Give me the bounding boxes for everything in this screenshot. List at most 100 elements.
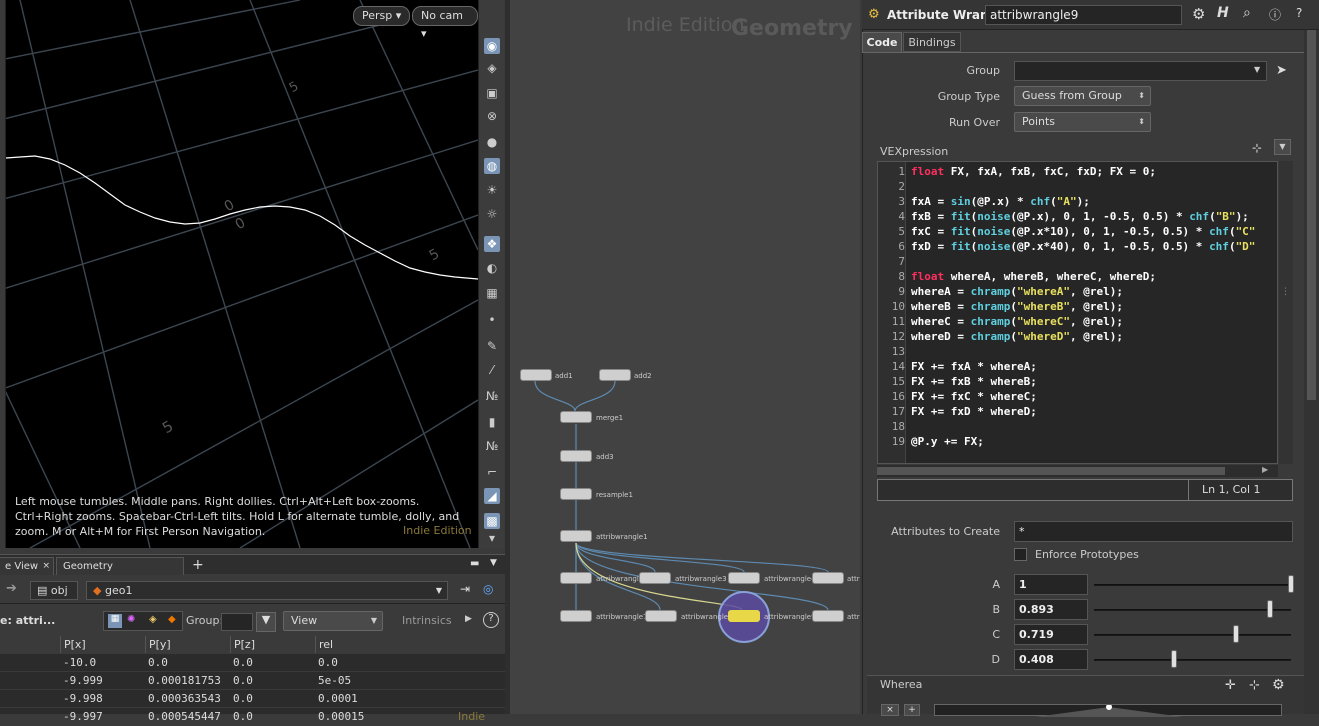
pin-icon[interactable]: ⇥ (460, 582, 470, 596)
scene-viewport[interactable]: 5 0 0 5 5 Persp ▾ No cam ▾ Left mouse tu… (0, 0, 478, 548)
node-attribwrangle4[interactable] (728, 572, 760, 584)
node-name-field[interactable]: attribwrangle9 (985, 5, 1182, 25)
add-tab-icon[interactable]: + (192, 557, 204, 573)
node-attribwrangle10[interactable] (812, 610, 844, 622)
camera-icon[interactable]: ▦ (484, 285, 500, 301)
vex-code-editor[interactable]: 1 float FX, fxA, fxB, fxC, fxD; FX = 0; 2 3… (877, 161, 1278, 464)
paint-icon[interactable]: ▮ (484, 414, 500, 430)
slider-value-c[interactable]: 0.719 (1014, 624, 1088, 645)
ramp-fit-icon[interactable]: ⊹ (1249, 678, 1260, 693)
snapshot-icon[interactable]: ◈ (484, 60, 500, 76)
headlight-icon[interactable]: ☼ (484, 206, 500, 222)
code-hscrollbar[interactable]: ▶ (877, 465, 1278, 477)
chevron-down-icon[interactable]: ▼ (1274, 139, 1291, 155)
light-icon[interactable]: ◍ (484, 158, 500, 174)
ramp-editor[interactable] (934, 704, 1282, 717)
houdini-icon[interactable]: H (1217, 5, 1229, 21)
intrinsics-label[interactable]: Intrinsics (402, 614, 452, 627)
number-icon[interactable]: № (484, 388, 500, 404)
slider-value-d[interactable]: 0.408 (1014, 649, 1088, 670)
slider-knob-b[interactable] (1266, 600, 1273, 618)
lock-icon[interactable]: ▣ (484, 85, 500, 101)
select-icon[interactable]: ◢ (484, 488, 500, 504)
point-icon[interactable]: • (484, 312, 500, 328)
node-attribwrangle1[interactable] (560, 530, 592, 542)
slider-track-b[interactable] (1094, 609, 1291, 611)
node-attribwrangle2[interactable] (560, 572, 592, 584)
parameter-scroll-thumb[interactable] (1307, 30, 1316, 400)
chevron-down-icon[interactable]: ▼ (490, 558, 497, 568)
node-attribwrangle9[interactable] (728, 610, 760, 622)
detail-icon[interactable]: ◆ (168, 614, 176, 625)
wrench-icon[interactable]: ✎ (484, 338, 500, 354)
add-spare-icon[interactable]: ⊹ (1252, 141, 1262, 155)
slider-knob-c[interactable] (1232, 625, 1239, 643)
node-attribwrangle8[interactable] (645, 610, 677, 622)
ramp-delete-icon[interactable]: × (881, 704, 899, 716)
path-node[interactable]: ◆ geo1 ▼ (86, 581, 448, 600)
attributes-to-create-field[interactable]: * (1014, 521, 1293, 542)
primitives-icon[interactable]: ◈ (149, 614, 157, 625)
help-icon[interactable]: ? (483, 612, 499, 628)
persp-menu[interactable]: Persp ▾ (353, 6, 411, 26)
column-header[interactable]: P[x] (60, 636, 148, 653)
help-icon[interactable]: ? (1296, 6, 1302, 20)
group-input[interactable] (221, 613, 253, 631)
close-icon[interactable]: × (42, 558, 50, 575)
gear-icon[interactable]: ⚙ (1272, 677, 1285, 693)
play-icon[interactable]: ▶ (465, 614, 472, 624)
view-icon[interactable]: ◉ (484, 38, 500, 54)
vertices-icon[interactable]: ✺ (127, 614, 135, 625)
node-add1[interactable] (520, 369, 552, 381)
link-icon[interactable]: ◎ (483, 582, 493, 596)
slider-track-d[interactable] (1094, 659, 1291, 661)
bulb-icon[interactable]: ☀ (484, 182, 500, 198)
forward-arrow-icon[interactable]: ➔ (6, 581, 17, 596)
node-attribwrangle5[interactable] (812, 572, 844, 584)
path-root[interactable]: ▤ obj (30, 581, 78, 600)
chevron-down-icon[interactable]: ▾ (484, 530, 500, 546)
slider-knob-d[interactable] (1171, 650, 1178, 668)
column-header[interactable]: rel (315, 636, 400, 653)
number-icon[interactable]: № (484, 438, 500, 454)
hscroll-thumb[interactable] (877, 467, 1225, 475)
slider-track-c[interactable] (1094, 634, 1291, 636)
node-add3[interactable] (560, 450, 592, 462)
tab-bindings[interactable]: Bindings (903, 32, 961, 52)
network-editor[interactable]: add1 add2 merge1 add3 resample1 attribwr… (510, 0, 860, 714)
pane-menu-icon[interactable]: ▬ (470, 558, 479, 569)
parameter-scrollbar[interactable] (1304, 30, 1319, 714)
points-icon[interactable]: ▦ (108, 614, 122, 628)
tab-scene-view[interactable]: e View × (0, 557, 54, 575)
group-type-menu[interactable]: Guess from Group ⬍ (1014, 86, 1151, 106)
run-over-menu[interactable]: Points ⬍ (1014, 112, 1151, 132)
measure-icon[interactable]: ⌐ (484, 464, 500, 480)
tab-code[interactable]: Code (862, 32, 902, 52)
group-field[interactable] (1014, 61, 1267, 81)
ramp-insert-icon[interactable]: + (904, 704, 920, 716)
search-icon[interactable]: ⌕ (1243, 5, 1251, 21)
ramp-add-icon[interactable]: ✛ (1225, 678, 1236, 693)
view-menu[interactable]: View ▼ (283, 611, 383, 631)
slider-knob-a[interactable] (1288, 575, 1294, 593)
display-options-icon[interactable]: ❖ (484, 236, 500, 252)
brush-icon[interactable]: ⁄ (484, 362, 500, 378)
gear-icon[interactable]: ⚙ (1192, 5, 1205, 23)
enforce-prototypes-checkbox[interactable] (1014, 548, 1027, 561)
table-row[interactable]: -9.997 0.000545447 0.0 0.00015 Indie (0, 708, 505, 726)
ghost-icon[interactable]: ◐ (484, 260, 500, 276)
scroll-right-icon[interactable]: ▶ (1262, 465, 1268, 474)
slider-value-b[interactable]: 0.893 (1014, 599, 1088, 620)
node-merge1[interactable] (560, 411, 592, 423)
slider-value-a[interactable]: 1 (1014, 574, 1088, 595)
code-scrollbar[interactable]: ⋮ (1279, 161, 1293, 464)
camera-menu[interactable]: No cam ▾ (412, 6, 478, 40)
shading-icon[interactable]: ● (484, 134, 500, 150)
node-add2[interactable] (599, 369, 631, 381)
info-icon[interactable]: ⓘ (1269, 6, 1281, 23)
tab-geometry-spreadsheet[interactable]: Geometry Spreadsheet × (56, 557, 184, 589)
node-attribwrangle7[interactable] (560, 610, 592, 622)
table-row[interactable]: -9.999 0.000181753 0.0 5e-05 (0, 672, 505, 690)
column-header[interactable]: P[z] (230, 636, 315, 653)
slider-track-a[interactable] (1094, 584, 1291, 586)
